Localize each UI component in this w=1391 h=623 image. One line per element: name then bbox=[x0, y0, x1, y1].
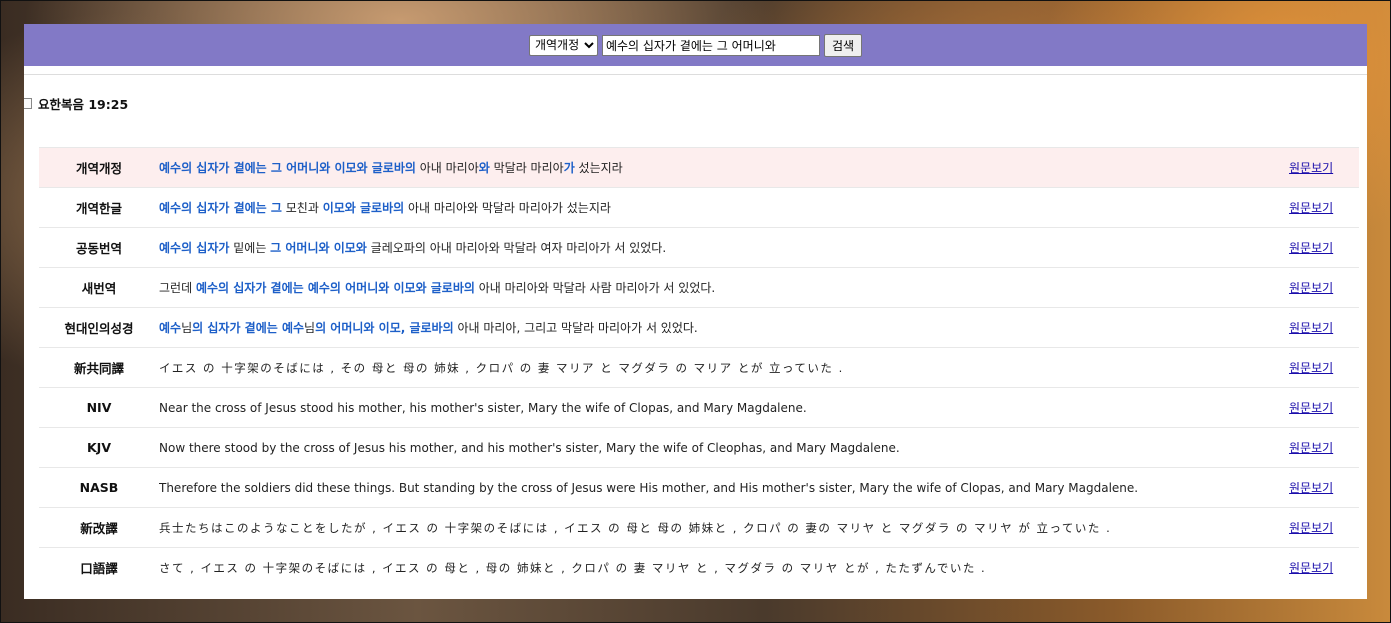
verse-text-segment: 아내 마리아 bbox=[415, 161, 479, 175]
reference-label: 요한복음 19:25 bbox=[38, 97, 129, 112]
verse-text-segment: 님 bbox=[304, 321, 316, 335]
view-original-link[interactable]: 원문보기 bbox=[1289, 479, 1359, 496]
verse-text-segment: 그런데 bbox=[159, 281, 196, 295]
verse-text-segment: 밑에는 bbox=[229, 241, 271, 255]
verse-text: 예수의 십자가 곁에는 그 모친과 이모와 글로바의 아내 마리아와 막달라 마… bbox=[159, 199, 1289, 216]
matched-text: 와 bbox=[478, 161, 490, 175]
search-bar: 개역개정 검색 bbox=[24, 24, 1367, 66]
matched-text: 예수 bbox=[159, 321, 182, 335]
translation-row: KJV Now there stood by the cross of Jesus… bbox=[39, 427, 1359, 467]
broken-image-icon bbox=[24, 98, 32, 109]
search-input[interactable] bbox=[601, 34, 820, 56]
verse-text-segment: 아내 마리아와 막달라 마리아가 섰는지라 bbox=[404, 201, 611, 215]
search-button[interactable]: 검색 bbox=[823, 33, 863, 57]
verse-text-segment: Near the cross of Jesus stood his mother… bbox=[159, 400, 807, 415]
matched-text: 가 bbox=[563, 161, 575, 175]
version-name: 현대인의성경 bbox=[64, 321, 134, 336]
verse-text-segment: 님 bbox=[181, 321, 193, 335]
version-name: 新共同譯 bbox=[73, 361, 124, 376]
verse-text: Near the cross of Jesus stood his mother… bbox=[159, 401, 1289, 415]
matched-text: 예수의 십자가 곁에는 그 어머니와 이모와 글로바의 bbox=[159, 161, 416, 175]
version-name: 新改譯 bbox=[80, 521, 118, 536]
version-name: NIV bbox=[86, 400, 112, 415]
matched-text: 의 십자가 곁에는 예수 bbox=[192, 321, 305, 335]
version-name: 공동번역 bbox=[75, 241, 122, 256]
verse-text-segment: 막달라 마리아 bbox=[489, 161, 564, 175]
verse-text: 그런데 예수의 십자가 곁에는 예수의 어머니와 이모와 글로바의 아내 마리아… bbox=[159, 279, 1289, 296]
matched-text: 예수의 십자가 bbox=[159, 241, 230, 255]
view-original-link[interactable]: 원문보기 bbox=[1289, 399, 1359, 416]
version-name: NASB bbox=[79, 480, 119, 495]
translation-row: NIV Near the cross of Jesus stood his mot… bbox=[39, 387, 1359, 427]
matched-text: 의 어머니와 이모, 글로바의 bbox=[315, 321, 454, 335]
view-original-link[interactable]: 원문보기 bbox=[1289, 279, 1359, 296]
matched-text: 이모와 글로바의 bbox=[322, 201, 405, 215]
verse-text-segment: さて , イエス の 十字架のそばには , イエス の 母と , 母の 姉妹と … bbox=[159, 560, 987, 575]
verse-text-segment: Now there stood by the cross of Jesus hi… bbox=[159, 440, 900, 455]
verse-text-segment: 아내 마리아와 막달라 사람 마리아가 서 있었다. bbox=[474, 281, 716, 295]
view-original-link[interactable]: 원문보기 bbox=[1289, 239, 1359, 256]
translation-row: 口語譯 さて , イエス の 十字架のそばには , イエス の 母と , 母の 姉… bbox=[39, 547, 1359, 587]
verse-text-segment: 兵士たちはこのようなことをしたが , イエス の 十字架のそばには , イエス … bbox=[159, 520, 1112, 535]
divider bbox=[24, 74, 1367, 75]
verse-text: Therefore the soldiers did these things.… bbox=[159, 481, 1289, 495]
version-name: 개역개정 bbox=[75, 161, 122, 176]
verse-text: 예수의 십자가 밑에는 그 어머니와 이모와 글레오파의 아내 마리아와 막달라… bbox=[159, 239, 1289, 256]
verse-text-segment: 섰는지라 bbox=[574, 161, 623, 175]
matched-text: 그 어머니와 이모와 bbox=[270, 241, 367, 255]
version-name: KJV bbox=[86, 440, 111, 455]
verse-text: 예수의 십자가 곁에는 그 어머니와 이모와 글로바의 아내 마리아와 막달라 … bbox=[159, 159, 1289, 176]
version-name: 개역한글 bbox=[75, 201, 122, 216]
view-original-link[interactable]: 원문보기 bbox=[1289, 559, 1359, 576]
verse-reference: 요한복음 19:25 bbox=[24, 94, 128, 113]
translation-row: 개역한글 예수의 십자가 곁에는 그 모친과 이모와 글로바의 아내 마리아와 막… bbox=[39, 187, 1359, 227]
translation-row: 新改譯 兵士たちはこのようなことをしたが , イエス の 十字架のそばには , イ… bbox=[39, 507, 1359, 547]
translation-row: 새번역 그런데 예수의 십자가 곁에는 예수의 어머니와 이모와 글로바의 아내 … bbox=[39, 267, 1359, 307]
verse-text: イエス の 十字架のそばには , その 母と 母の 姉妹 , クロパ の 妻 マ… bbox=[159, 360, 1289, 376]
main-panel: 개역개정 검색 요한복음 19:25 개역개정예수의 십자가 곁에는 그 어머니… bbox=[24, 24, 1367, 599]
translation-row: 新共同譯 イエス の 十字架のそばには , その 母と 母の 姉妹 , クロパ の… bbox=[39, 347, 1359, 387]
view-original-link[interactable]: 원문보기 bbox=[1289, 319, 1359, 336]
verse-text-segment: 글레오파의 아내 마리아와 막달라 여자 마리아가 서 있었다. bbox=[366, 241, 667, 255]
matched-text: 예수의 십자가 곁에는 그 bbox=[159, 201, 282, 215]
view-original-link[interactable]: 원문보기 bbox=[1289, 519, 1359, 536]
view-original-link[interactable]: 원문보기 bbox=[1289, 159, 1359, 176]
verse-text-segment: イエス の 十字架のそばには , その 母と 母の 姉妹 , クロパ の 妻 マ… bbox=[159, 360, 844, 375]
view-original-link[interactable]: 원문보기 bbox=[1289, 199, 1359, 216]
verse-text-segment: Therefore the soldiers did these things.… bbox=[159, 480, 1139, 495]
verse-text-segment: 모친과 bbox=[281, 201, 323, 215]
translation-row: 공동번역 예수의 십자가 밑에는 그 어머니와 이모와 글레오파의 아내 마리아와… bbox=[39, 227, 1359, 267]
verse-text: 예수님의 십자가 곁에는 예수님의 어머니와 이모, 글로바의 아내 마리아, … bbox=[159, 319, 1289, 336]
translation-table: 개역개정 예수의 십자가 곁에는 그 어머니와 이모와 글로바의 아내 마리아와 … bbox=[39, 147, 1359, 587]
view-original-link[interactable]: 원문보기 bbox=[1289, 439, 1359, 456]
translation-row: 현대인의성경 예수님의 십자가 곁에는 예수님의 어머니와 이모, 글로바의 아내… bbox=[39, 307, 1359, 347]
verse-text: さて , イエス の 十字架のそばには , イエス の 母と , 母の 姉妹と … bbox=[159, 560, 1289, 576]
translation-row: 개역개정 예수의 십자가 곁에는 그 어머니와 이모와 글로바의 아내 마리아와 … bbox=[39, 147, 1359, 187]
verse-text: 兵士たちはこのようなことをしたが , イエス の 十字架のそばには , イエス … bbox=[159, 520, 1289, 536]
verse-text-segment: 아내 마리아, 그리고 막달라 마리아가 서 있었다. bbox=[453, 321, 698, 335]
version-select[interactable]: 개역개정 bbox=[528, 34, 598, 56]
translation-row: NASB Therefore the soldiers did these thi… bbox=[39, 467, 1359, 507]
version-name: 口語譯 bbox=[80, 561, 118, 576]
view-original-link[interactable]: 원문보기 bbox=[1289, 359, 1359, 376]
verse-text: Now there stood by the cross of Jesus hi… bbox=[159, 441, 1289, 455]
matched-text: 예수의 십자가 곁에는 예수의 어머니와 이모와 글로바의 bbox=[195, 281, 475, 295]
version-name: 새번역 bbox=[81, 281, 117, 296]
